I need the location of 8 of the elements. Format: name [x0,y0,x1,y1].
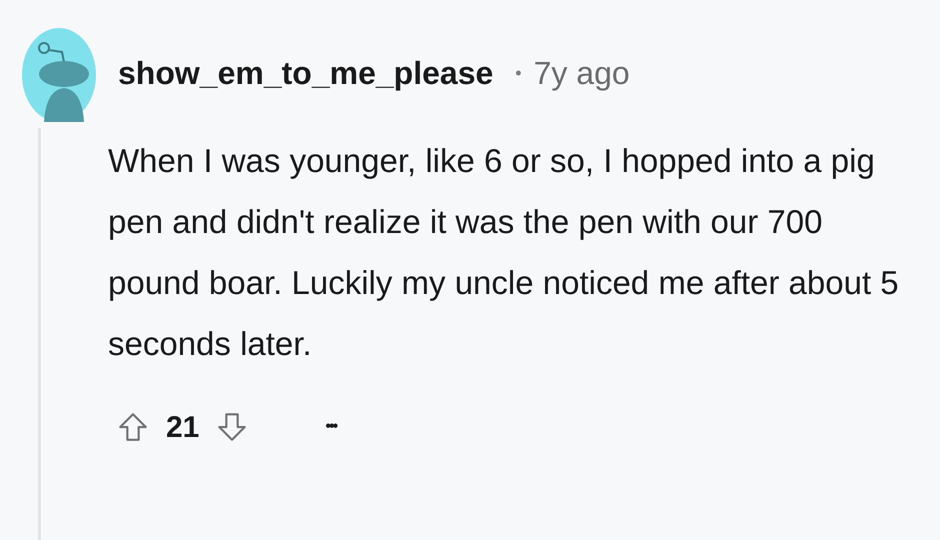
username[interactable]: show_em_to_me_please [118,49,494,97]
separator-dot: • [515,62,522,84]
comment-age: 7y ago [534,54,630,93]
comment-body: When I was younger, like 6 or so, I hopped into a pig pen and didn't realize it was the pen with our 700 pound boar. Luckily my uncle noticed me after about 5 seconds later. [108,141,900,364]
up-arrow-icon [116,410,150,444]
more-options-button[interactable]: ••• [325,415,336,439]
avatar-icon [22,28,96,122]
vote-count: 21 [166,410,200,446]
